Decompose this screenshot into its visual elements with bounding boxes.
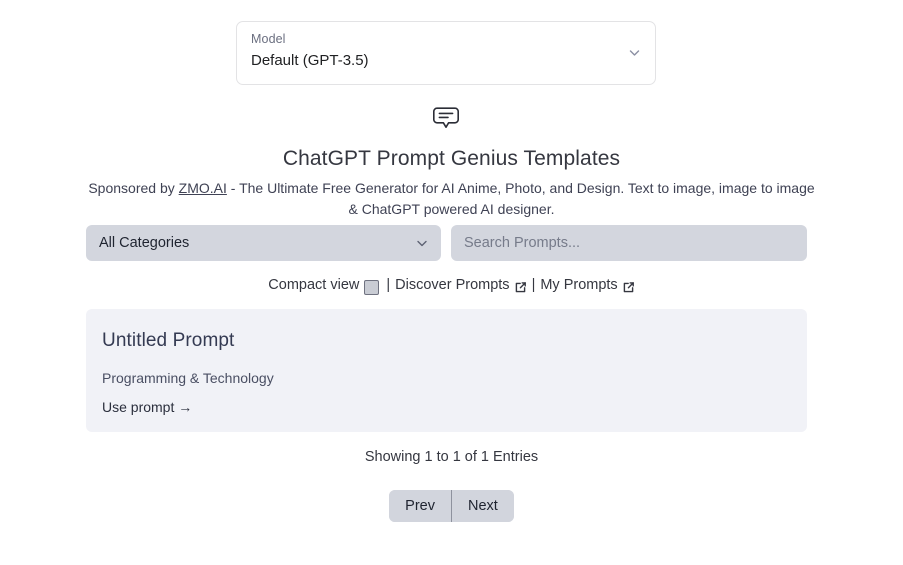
model-selector-value: Default (GPT-3.5) [251, 52, 369, 69]
category-select[interactable]: All Categories [86, 225, 441, 261]
showing-entries-text: Showing 1 to 1 of 1 Entries [364, 449, 539, 465]
search-input[interactable] [451, 225, 807, 261]
subtitle-prefix: Sponsored by [88, 180, 179, 196]
my-prompts-link[interactable]: My Prompts [540, 277, 617, 293]
pagination-group: Prev Next [389, 490, 514, 522]
chevron-down-icon [416, 237, 428, 249]
compact-view-checkbox[interactable] [364, 279, 380, 295]
compact-view-label: Compact view [268, 277, 360, 294]
view-options-row: Compact view | Discover Prompts | My Prompt… [0, 275, 903, 295]
sponsor-subtitle: Sponsored by ZMO.AI - The Ultimate Free … [88, 178, 815, 219]
prompt-card-category: Programming & Technology [102, 370, 274, 386]
pagination: Prev Next [0, 490, 903, 522]
model-selector-container: Model Default (GPT-3.5) [236, 21, 656, 85]
prompt-card-title: Untitled Prompt [102, 330, 235, 351]
external-link-icon[interactable] [514, 281, 527, 294]
prompt-genius-page: Model Default (GPT-3.5) ChatGPT Prompt G… [0, 0, 903, 565]
subtitle-suffix: - The Ultimate Free Generator for AI Ani… [226, 180, 815, 217]
discover-prompts-link[interactable]: Discover Prompts [395, 277, 509, 293]
next-page-button[interactable]: Next [452, 490, 514, 522]
external-link-icon[interactable] [622, 281, 635, 294]
model-selector[interactable]: Model Default (GPT-3.5) [236, 21, 656, 85]
options-separator-1: | [386, 277, 391, 294]
filter-row: All Categories [86, 225, 807, 261]
sponsor-link[interactable]: ZMO.AI [179, 180, 227, 196]
prompt-card[interactable]: Untitled Prompt Programming & Technology… [86, 309, 807, 432]
prev-page-button[interactable]: Prev [389, 490, 451, 522]
options-separator-2: | [531, 277, 536, 294]
use-prompt-button[interactable]: Use prompt → [102, 397, 192, 417]
category-select-value: All Categories [99, 235, 190, 251]
chevron-down-icon [628, 46, 641, 59]
page-title: ChatGPT Prompt Genius Templates [282, 147, 621, 170]
my-prompts-label: My Prompts [540, 277, 618, 294]
discover-prompts-label: Discover Prompts [395, 277, 510, 294]
speech-bubble-icon [431, 105, 461, 131]
model-selector-label: Model [251, 32, 286, 46]
